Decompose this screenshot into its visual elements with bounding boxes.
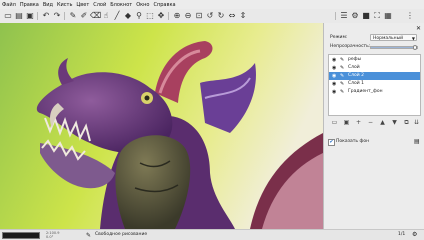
undo-icon[interactable]: ↶ <box>41 11 51 21</box>
show-background-checkbox[interactable]: ✔ <box>328 139 335 146</box>
opacity-fill <box>371 47 415 48</box>
menu-bar: Файл Правка Вид Кисть Цвет Слой Блокнот … <box>0 0 424 9</box>
brush-icon: ✎ <box>340 81 345 87</box>
settings-icon[interactable]: ⚙ <box>412 231 417 238</box>
layer-row-selected[interactable]: ◉ ✎ Слой 2 <box>329 72 420 80</box>
select-tool-icon[interactable]: ⬚ <box>145 11 155 21</box>
opacity-label: Непрозрачность: <box>330 44 371 49</box>
toolbar-separator <box>64 12 65 20</box>
blend-mode-value: Нормальный <box>373 36 404 41</box>
background-toggle-icon[interactable]: ■ <box>361 11 371 21</box>
arrow-up-icon[interactable]: ▲ <box>378 118 387 127</box>
angle-readout: 0.0° <box>46 235 54 239</box>
mode-status: Свободное рисование <box>95 232 148 237</box>
menu-color[interactable]: Цвет <box>74 2 91 8</box>
show-background-label: Показать фон <box>336 139 370 144</box>
menu-window[interactable]: Окно <box>134 2 151 8</box>
layer-row[interactable]: ◉ ✎ Градиент_фон <box>329 88 420 96</box>
menu-file[interactable]: Файл <box>0 2 18 8</box>
add-layer-icon[interactable]: ▭ <box>330 118 339 127</box>
zoom-out-icon[interactable]: ⊖ <box>183 11 193 21</box>
layer-row[interactable]: ◉ ✎ Слой 1 <box>329 80 420 88</box>
menu-layer[interactable]: Слой <box>91 2 108 8</box>
fullscreen-icon[interactable]: ⛶ <box>372 11 382 21</box>
drawing-canvas[interactable] <box>0 23 323 229</box>
transform-tool-icon[interactable]: ✥ <box>156 11 166 21</box>
eraser-tool-icon[interactable]: ⌫ <box>90 11 101 21</box>
opacity-thumb[interactable] <box>412 45 417 50</box>
rotate-right-icon[interactable]: ↻ <box>216 11 226 21</box>
flip-horizontal-icon[interactable]: ⇔ <box>227 11 237 21</box>
toolbar-separator <box>37 12 38 20</box>
menu-scratchpad[interactable]: Блокнот <box>108 2 134 8</box>
eye-icon[interactable]: ◉ <box>332 56 336 64</box>
blend-mode-select[interactable]: Нормальный ▼ <box>370 34 417 41</box>
layers-panel: ✕ Режим: Нормальный ▼ Непрозрачность: ◉ … <box>323 23 424 229</box>
eye-icon[interactable]: ◉ <box>332 64 336 72</box>
layer-buttons: ▭ ▣ + − ▲ ▼ ⧉ ⇊ <box>328 118 421 128</box>
layer-list: ◉ ✎ рефы ◉ ✎ Слой ◉ ✎ Слой 2 ◉ ✎ Слой 1 … <box>328 54 421 116</box>
minus-icon[interactable]: − <box>366 118 375 127</box>
add-group-icon[interactable]: ▣ <box>342 118 351 127</box>
toolbar: ▭ ▤ ▣ ↶ ↷ ✎ ✐ ⌫ ☝ ╱ ◆ ⚲ ⬚ ✥ ⊕ ⊖ ⊡ ↺ ↻ ⇔ … <box>0 9 424 24</box>
mode-label: Режим: <box>330 35 348 40</box>
menu-view[interactable]: Вид <box>41 2 55 8</box>
layer-name: Слой 2 <box>348 73 364 78</box>
color-swatch[interactable] <box>2 232 40 239</box>
page-icon[interactable]: ▤ <box>414 138 420 145</box>
layer-name: Градиент_фон <box>348 89 383 94</box>
smudge-tool-icon[interactable]: ☝ <box>101 11 111 21</box>
brush-icon: ✎ <box>340 65 345 71</box>
settings-icon[interactable]: ⚙ <box>350 11 360 21</box>
menu-edit[interactable]: Правка <box>18 2 41 8</box>
menu-dots-icon[interactable]: ⋮ <box>405 11 415 21</box>
menu-brush[interactable]: Кисть <box>55 2 74 8</box>
scratchpad-icon[interactable]: ▦ <box>383 11 393 21</box>
toolbar-separator <box>168 12 169 20</box>
save-file-icon[interactable]: ▣ <box>25 11 35 21</box>
menu-help[interactable]: Справка <box>152 2 178 8</box>
rotate-left-icon[interactable]: ↺ <box>205 11 215 21</box>
brush-icon: ✎ <box>340 57 345 63</box>
brush-tool-icon[interactable]: ✎ <box>68 11 78 21</box>
close-icon[interactable]: ✕ <box>416 25 421 32</box>
status-bar: 2:100.9 0.0° ✎ Свободное рисование 1/1 ⚙ <box>0 229 424 240</box>
duplicate-layer-icon[interactable]: ⧉ <box>402 118 411 127</box>
chevron-down-icon: ▼ <box>411 36 415 41</box>
page-indicator: 1/1 <box>398 232 406 237</box>
brush-icon: ✎ <box>340 89 345 95</box>
arrow-down-icon[interactable]: ▼ <box>390 118 399 127</box>
plus-icon[interactable]: + <box>354 118 363 127</box>
eye-icon[interactable]: ◉ <box>332 72 336 80</box>
flip-vertical-icon[interactable]: ⇕ <box>238 11 248 21</box>
layer-row[interactable]: ◉ ✎ Слой <box>329 64 420 72</box>
open-file-icon[interactable]: ▤ <box>14 11 24 21</box>
toolbar-separator <box>335 12 336 20</box>
layer-row[interactable]: ◉ ✎ рефы <box>329 56 420 64</box>
zoom-in-icon[interactable]: ⊕ <box>172 11 182 21</box>
redo-icon[interactable]: ↷ <box>52 11 62 21</box>
fill-tool-icon[interactable]: ◆ <box>123 11 133 21</box>
eye-icon[interactable]: ◉ <box>332 80 336 88</box>
new-file-icon[interactable]: ▭ <box>3 11 13 21</box>
canvas-artwork <box>0 23 323 229</box>
line-tool-icon[interactable]: ╱ <box>112 11 122 21</box>
brush-icon: ✎ <box>340 73 345 79</box>
layers-panel-icon[interactable]: ☰ <box>339 11 349 21</box>
layer-name: рефы <box>348 57 362 62</box>
zoom-fit-icon[interactable]: ⊡ <box>194 11 204 21</box>
eye-icon[interactable]: ◉ <box>332 88 336 96</box>
freehand-icon: ✎ <box>86 232 92 239</box>
show-background-row: ✔ Показать фон ▤ <box>328 138 421 146</box>
eyedropper-tool-icon[interactable]: ⚲ <box>134 11 144 21</box>
layer-name: Слой <box>348 65 360 70</box>
layer-name: Слой 1 <box>348 81 364 86</box>
opacity-slider[interactable] <box>370 45 418 50</box>
pen-tool-icon[interactable]: ✐ <box>79 11 89 21</box>
merge-layer-icon[interactable]: ⇊ <box>412 118 421 127</box>
